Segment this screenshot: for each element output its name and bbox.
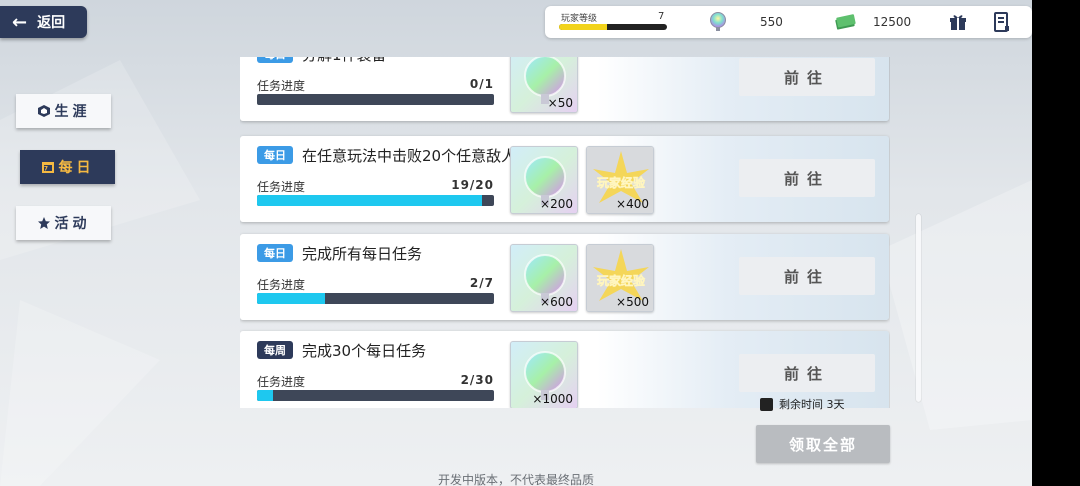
tab-daily[interactable]: 7 每日 bbox=[20, 150, 115, 184]
daily-badge: 每日 bbox=[257, 244, 293, 262]
task-card: 每日 在任意玩法中击败20个任意敌人 任务进度 19/20 ×200 玩家经验 … bbox=[240, 136, 889, 222]
reward-item[interactable]: ×1000 bbox=[510, 341, 578, 408]
back-button[interactable]: ← 返回 bbox=[0, 6, 87, 38]
reward-item[interactable]: ×600 bbox=[510, 244, 578, 312]
time-remaining-text: 剩余时间 3天 bbox=[779, 398, 845, 411]
player-level-bar bbox=[559, 24, 667, 30]
back-arrow-icon: ← bbox=[12, 11, 28, 33]
go-button[interactable]: 前往 bbox=[739, 257, 875, 295]
task-list[interactable]: 每日 分解1件装备 任务进度 0/1 ×50 前往 每日 在任意玩法中击败20个… bbox=[240, 57, 890, 408]
reward-quantity: ×600 bbox=[540, 295, 573, 309]
weekly-badge: 每周 bbox=[257, 341, 293, 359]
progress-fill bbox=[257, 195, 483, 206]
tab-career[interactable]: 生涯 bbox=[16, 94, 111, 128]
reward-item[interactable]: ×200 bbox=[510, 146, 578, 214]
reward-quantity: ×1000 bbox=[532, 392, 573, 406]
daily-badge: 每日 bbox=[257, 146, 293, 164]
go-button[interactable]: 前往 bbox=[739, 58, 875, 96]
rainbow-gem-icon bbox=[710, 12, 726, 31]
task-card: 每日 分解1件装备 任务进度 0/1 ×50 前往 bbox=[240, 57, 889, 121]
daily-badge: 每日 bbox=[257, 57, 293, 63]
progress-label: 任务进度 bbox=[257, 375, 306, 389]
player-exp-text: 玩家经验 bbox=[597, 273, 646, 288]
task-title: 分解1件装备 bbox=[302, 57, 387, 65]
reward-quantity: ×50 bbox=[547, 96, 573, 110]
progress-count: 2/30 bbox=[460, 373, 494, 387]
back-label: 返回 bbox=[37, 15, 66, 31]
player-exp-text: 玩家经验 bbox=[597, 175, 646, 190]
resource-bar: 玩家等级 7 550 12500 bbox=[545, 6, 1032, 38]
tab-event-label: 活动 bbox=[54, 216, 91, 232]
reward-item[interactable]: 玩家经验 ×400 bbox=[586, 146, 654, 214]
progress-count: 0/1 bbox=[469, 77, 494, 91]
build-notice: 开发中版本，不代表最终品质 bbox=[437, 473, 594, 486]
progress-bar bbox=[257, 195, 494, 206]
money-count: 12500 bbox=[873, 15, 912, 29]
cash-icon bbox=[835, 14, 856, 30]
task-title: 完成所有每日任务 bbox=[302, 245, 423, 263]
clock-icon bbox=[760, 397, 773, 411]
progress-count: 2/7 bbox=[469, 276, 494, 290]
tab-career-label: 生涯 bbox=[54, 104, 91, 120]
screen-edge bbox=[1032, 0, 1080, 486]
reward-quantity: ×200 bbox=[540, 197, 573, 211]
reward-quantity: ×400 bbox=[616, 197, 649, 211]
player-level-fill bbox=[559, 24, 607, 30]
progress-fill bbox=[257, 293, 325, 304]
scrollbar[interactable] bbox=[916, 214, 921, 402]
task-title: 在任意玩法中击败20个任意敌人 bbox=[302, 147, 517, 165]
progress-fill bbox=[257, 390, 273, 401]
career-icon bbox=[37, 105, 50, 117]
player-level-label: 玩家等级 bbox=[561, 14, 598, 24]
progress-label: 任务进度 bbox=[257, 180, 306, 194]
task-card: 每日 完成所有每日任务 任务进度 2/7 ×600 玩家经验 ×500 前往 bbox=[240, 234, 889, 320]
task-title: 完成30个每日任务 bbox=[302, 342, 427, 360]
progress-label: 任务进度 bbox=[257, 79, 306, 93]
tab-daily-label: 每日 bbox=[58, 160, 95, 176]
progress-bar bbox=[257, 293, 494, 304]
reward-item[interactable]: ×50 bbox=[510, 57, 578, 113]
claim-all-button[interactable]: 领取全部 bbox=[756, 425, 890, 463]
progress-count: 19/20 bbox=[451, 178, 494, 192]
svg-text:7: 7 bbox=[43, 166, 51, 173]
progress-bar bbox=[257, 390, 494, 401]
calendar-icon: 7 bbox=[41, 162, 54, 173]
gift-icon[interactable] bbox=[949, 13, 967, 31]
handbook-icon[interactable] bbox=[994, 12, 1010, 32]
screen: ← 返回 玩家等级 7 550 12500 生涯 7 每日 活动 任务进度 0/… bbox=[0, 0, 1032, 486]
go-button[interactable]: 前往 bbox=[739, 354, 875, 392]
reward-quantity: ×500 bbox=[616, 295, 649, 309]
player-level-value: 7 bbox=[658, 11, 665, 22]
progress-bar bbox=[257, 94, 494, 105]
go-button[interactable]: 前往 bbox=[739, 159, 875, 197]
time-remaining: 剩余时间 3天 bbox=[760, 396, 845, 412]
star-icon bbox=[37, 217, 50, 229]
reward-item[interactable]: 玩家经验 ×500 bbox=[586, 244, 654, 312]
progress-label: 任务进度 bbox=[257, 278, 306, 292]
gem-count: 550 bbox=[760, 15, 783, 29]
tab-event[interactable]: 活动 bbox=[16, 206, 111, 240]
